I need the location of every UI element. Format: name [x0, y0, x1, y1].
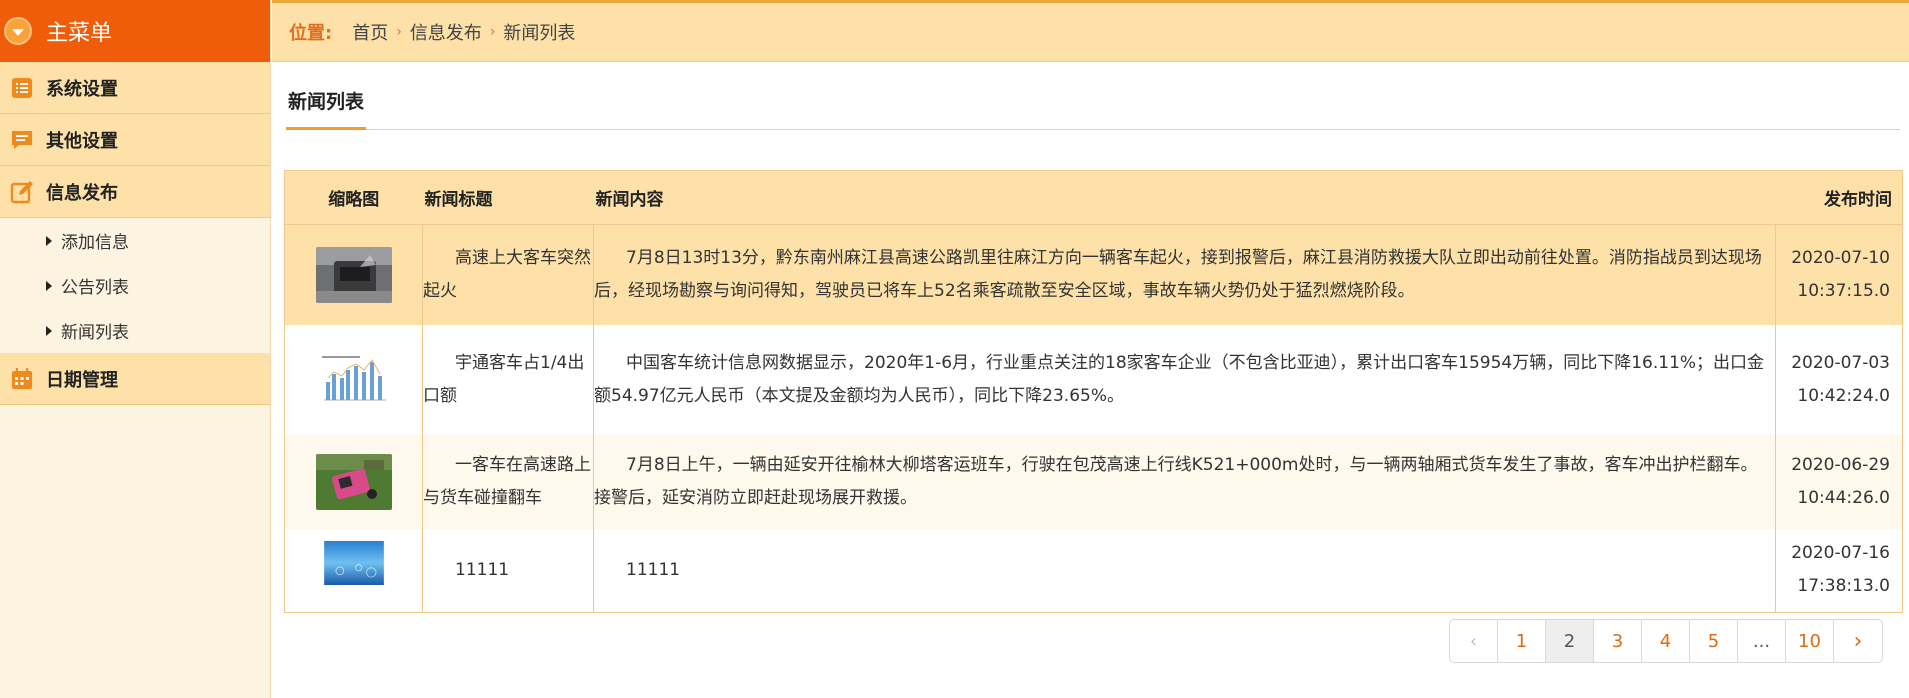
sidebar-group-system-settings[interactable]: 系统设置	[0, 62, 270, 114]
news-table: 缩略图 新闻标题 新闻内容 发布时间 高速上大客车突然起火 7月8日13时13分…	[284, 170, 1903, 613]
sidebar-item-label: 添加信息	[61, 233, 129, 253]
prev-page-button[interactable]: ‹	[1450, 620, 1498, 662]
sidebar-group-label: 日期管理	[46, 369, 118, 391]
page-button-10[interactable]: 10	[1786, 620, 1834, 662]
news-time: 2020-07-10 10:37:15.0	[1775, 224, 1903, 325]
sidebar-group-label: 信息发布	[46, 182, 118, 204]
sidebar-group-other-settings[interactable]: 其他设置	[0, 114, 270, 166]
page-button-2[interactable]: 2	[1546, 620, 1594, 662]
sidebar-group-label: 系统设置	[46, 78, 118, 100]
news-title[interactable]: 一客车在高速路上与货车碰撞翻车	[422, 434, 594, 529]
chevron-right-icon: ›	[396, 24, 402, 40]
edit-icon	[10, 180, 33, 203]
breadcrumb-news-list: 新闻列表	[503, 23, 576, 44]
breadcrumb-info-publish[interactable]: 信息发布	[410, 19, 482, 45]
news-content: 7月8日上午，一辆由延安开往榆林大柳塔客运班车，行驶在包茂高速上行线K521+0…	[593, 434, 1776, 529]
sidebar-group-date-management[interactable]: 日期管理	[0, 353, 270, 405]
overturned-vehicle-thumbnail[interactable]	[315, 453, 392, 510]
news-title[interactable]: 宇通客车占1/4出口额	[422, 324, 594, 435]
page-button-5[interactable]: 5	[1690, 620, 1738, 662]
news-title[interactable]: 高速上大客车突然起火	[422, 224, 594, 325]
chevron-right-icon: ›	[1853, 628, 1863, 654]
table-row[interactable]: 高速上大客车突然起火 7月8日13时13分，黔东南州麻江县高速公路凯里往麻江方向…	[284, 224, 1903, 325]
bar-chart-thumbnail[interactable]	[315, 348, 392, 412]
sidebar: 主菜单 系统设置 其他设置 信息发布 添加信息 公告列表 新闻列表 日期管理	[0, 0, 271, 698]
pagination: ‹ 1 2 3 4 5 ... 10 ›	[1449, 619, 1883, 663]
column-header-content: 新闻内容	[593, 170, 1776, 225]
page-ellipsis: ...	[1738, 620, 1786, 662]
table-row[interactable]: 宇通客车占1/4出口额 中国客车统计信息网数据显示，2020年1-6月，行业重点…	[284, 324, 1903, 435]
breadcrumb-prefix: 位置:	[289, 23, 333, 44]
column-header-time: 发布时间	[1775, 170, 1903, 225]
next-page-button[interactable]: ›	[1834, 620, 1882, 662]
table-header-row: 缩略图 新闻标题 新闻内容 发布时间	[284, 170, 1903, 225]
page-button-3[interactable]: 3	[1594, 620, 1642, 662]
list-icon	[12, 77, 32, 98]
caret-right-icon	[46, 325, 52, 336]
news-title[interactable]: 11111	[422, 528, 594, 613]
calendar-icon	[12, 367, 32, 389]
news-content: 中国客车统计信息网数据显示，2020年1-6月，行业重点关注的18家客车企业（不…	[593, 324, 1776, 435]
chevron-left-icon: ‹	[1469, 630, 1478, 652]
chat-icon	[12, 130, 32, 149]
main-menu-header[interactable]: 主菜单	[0, 0, 270, 62]
news-time: 2020-07-03 10:42:24.0	[1775, 324, 1903, 435]
page-title-bar: 新闻列表	[286, 84, 1900, 130]
main-content: 新闻列表 缩略图 新闻标题 新闻内容 发布时间 高速上大客车突然起火 7月8日1…	[272, 62, 1909, 698]
sidebar-item-notice-list[interactable]: 公告列表	[0, 263, 270, 308]
news-time: 2020-07-16 17:38:13.0	[1775, 528, 1903, 613]
news-content: 11111	[593, 528, 1776, 613]
page-button-1[interactable]: 1	[1498, 620, 1546, 662]
column-header-thumbnail: 缩略图	[284, 170, 423, 225]
sidebar-item-add-info[interactable]: 添加信息	[0, 218, 270, 263]
news-time: 2020-06-29 10:44:26.0	[1775, 434, 1903, 529]
bus-fire-thumbnail[interactable]	[315, 246, 392, 303]
sidebar-item-label: 新闻列表	[61, 323, 129, 343]
caret-right-icon	[46, 280, 52, 291]
chevron-down-icon	[4, 17, 32, 45]
page-title: 新闻列表	[286, 84, 367, 130]
breadcrumb-home[interactable]: 首页	[352, 19, 388, 45]
sidebar-item-label: 公告列表	[61, 278, 129, 298]
news-content: 7月8日13时13分，黔东南州麻江县高速公路凯里往麻江方向一辆客车起火，接到报警…	[593, 224, 1776, 325]
sidebar-group-info-publish[interactable]: 信息发布	[0, 166, 270, 218]
chevron-right-icon: ›	[489, 24, 496, 40]
caret-right-icon	[46, 235, 52, 246]
table-row[interactable]: 11111 11111 2020-07-16 17:38:13.0	[284, 528, 1903, 613]
sidebar-group-label: 其他设置	[46, 130, 118, 152]
table-row[interactable]: 一客车在高速路上与货车碰撞翻车 7月8日上午，一辆由延安开往榆林大柳塔客运班车，…	[284, 434, 1903, 529]
blue-abstract-thumbnail[interactable]	[316, 541, 392, 586]
sidebar-item-news-list[interactable]: 新闻列表	[0, 308, 270, 353]
main-menu-title: 主菜单	[46, 21, 113, 46]
page-button-4[interactable]: 4	[1642, 620, 1690, 662]
breadcrumb: 位置: 首页 › 信息发布 › 新闻列表	[272, 0, 1909, 62]
column-header-title: 新闻标题	[422, 170, 594, 225]
